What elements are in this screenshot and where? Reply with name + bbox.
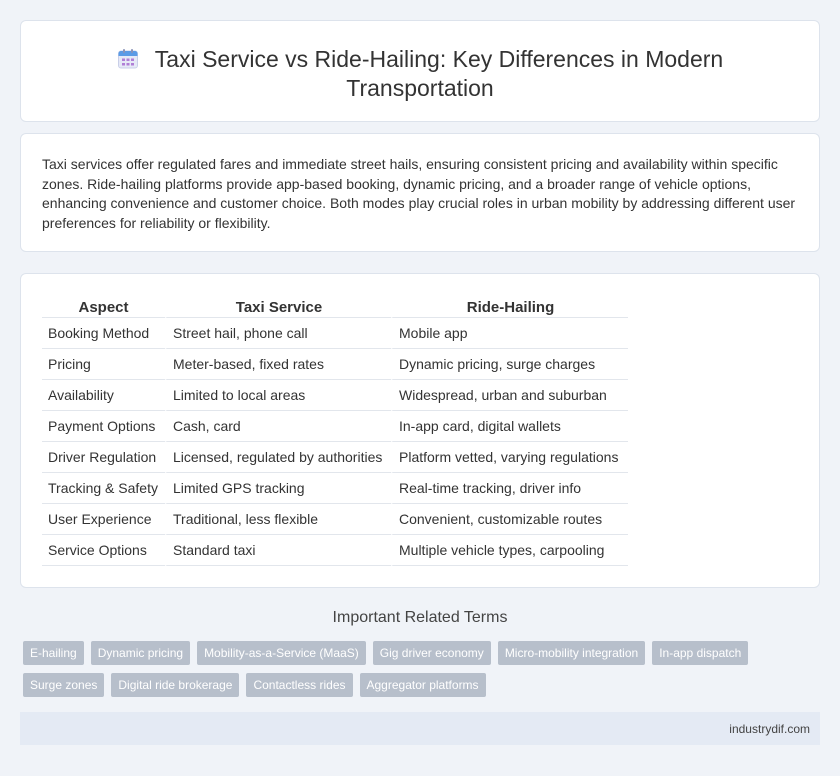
cell-ride-hailing: Platform vetted, varying regulations bbox=[391, 442, 628, 473]
tag-aggregator-platforms[interactable]: Aggregator platforms bbox=[359, 673, 486, 697]
title-line-1: Taxi Service vs Ride-Hailing: Key Differ… bbox=[154, 46, 724, 72]
table-row: Service Options Standard taxi Multiple v… bbox=[42, 535, 628, 566]
tag-digital-ride-brokerage[interactable]: Digital ride brokerage bbox=[111, 673, 240, 697]
title-line-2: Transportation bbox=[346, 75, 494, 101]
cell-aspect: Pricing bbox=[42, 349, 165, 380]
cell-aspect: User Experience bbox=[42, 504, 165, 535]
tag-e-hailing[interactable]: E-hailing bbox=[23, 641, 84, 665]
cell-ride-hailing: Multiple vehicle types, carpooling bbox=[391, 535, 628, 566]
tag-surge-zones[interactable]: Surge zones bbox=[23, 673, 105, 697]
header-taxi-service: Taxi Service bbox=[165, 296, 391, 318]
cell-aspect: Booking Method bbox=[42, 318, 165, 349]
intro-paragraph: Taxi services offer regulated fares and … bbox=[42, 156, 796, 231]
cell-ride-hailing: In-app card, digital wallets bbox=[391, 411, 628, 442]
cell-ride-hailing: Widespread, urban and suburban bbox=[391, 380, 628, 411]
cell-aspect: Availability bbox=[42, 380, 165, 411]
table-row: Tracking & Safety Limited GPS tracking R… bbox=[42, 473, 628, 504]
cell-aspect: Payment Options bbox=[42, 411, 165, 442]
cell-taxi: Traditional, less flexible bbox=[165, 504, 391, 535]
table-row: Availability Limited to local areas Wide… bbox=[42, 380, 628, 411]
intro-card: Taxi services offer regulated fares and … bbox=[20, 133, 820, 252]
cell-taxi: Licensed, regulated by authorities bbox=[165, 442, 391, 473]
cell-aspect: Driver Regulation bbox=[42, 442, 165, 473]
cell-aspect: Service Options bbox=[42, 535, 165, 566]
calendar-icon bbox=[117, 48, 139, 70]
cell-ride-hailing: Dynamic pricing, surge charges bbox=[391, 349, 628, 380]
header-ride-hailing: Ride-Hailing bbox=[391, 296, 628, 318]
tag-dynamic-pricing[interactable]: Dynamic pricing bbox=[90, 641, 191, 665]
table-row: User Experience Traditional, less flexib… bbox=[42, 504, 628, 535]
table-row: Booking Method Street hail, phone call M… bbox=[42, 318, 628, 349]
cell-aspect: Tracking & Safety bbox=[42, 473, 165, 504]
tag-gig-driver-economy[interactable]: Gig driver economy bbox=[372, 641, 491, 665]
related-terms-tags: E-hailing Dynamic pricing Mobility-as-a-… bbox=[23, 641, 783, 697]
comparison-card: Aspect Taxi Service Ride-Hailing Booking… bbox=[20, 273, 820, 588]
title-card: Taxi Service vs Ride-Hailing: Key Differ… bbox=[20, 20, 820, 122]
table-header-row: Aspect Taxi Service Ride-Hailing bbox=[42, 296, 628, 318]
page-title: Taxi Service vs Ride-Hailing: Key Differ… bbox=[21, 45, 819, 103]
cell-taxi: Limited GPS tracking bbox=[165, 473, 391, 504]
comparison-table: Aspect Taxi Service Ride-Hailing Booking… bbox=[42, 296, 628, 566]
tag-in-app-dispatch[interactable]: In-app dispatch bbox=[652, 641, 749, 665]
cell-taxi: Meter-based, fixed rates bbox=[165, 349, 391, 380]
cell-ride-hailing: Mobile app bbox=[391, 318, 628, 349]
cell-ride-hailing: Convenient, customizable routes bbox=[391, 504, 628, 535]
cell-ride-hailing: Real-time tracking, driver info bbox=[391, 473, 628, 504]
footer: industrydif.com bbox=[20, 712, 820, 745]
tag-contactless-rides[interactable]: Contactless rides bbox=[246, 673, 353, 697]
cell-taxi: Limited to local areas bbox=[165, 380, 391, 411]
table-row: Pricing Meter-based, fixed rates Dynamic… bbox=[42, 349, 628, 380]
cell-taxi: Cash, card bbox=[165, 411, 391, 442]
table-row: Payment Options Cash, card In-app card, … bbox=[42, 411, 628, 442]
header-aspect: Aspect bbox=[42, 296, 165, 318]
related-terms-title: Important Related Terms bbox=[332, 609, 508, 626]
table-row: Driver Regulation Licensed, regulated by… bbox=[42, 442, 628, 473]
tag-maas[interactable]: Mobility-as-a-Service (MaaS) bbox=[197, 641, 366, 665]
cell-taxi: Standard taxi bbox=[165, 535, 391, 566]
footer-site[interactable]: industrydif.com bbox=[729, 722, 810, 736]
cell-taxi: Street hail, phone call bbox=[165, 318, 391, 349]
tag-micro-mobility[interactable]: Micro-mobility integration bbox=[497, 641, 646, 665]
